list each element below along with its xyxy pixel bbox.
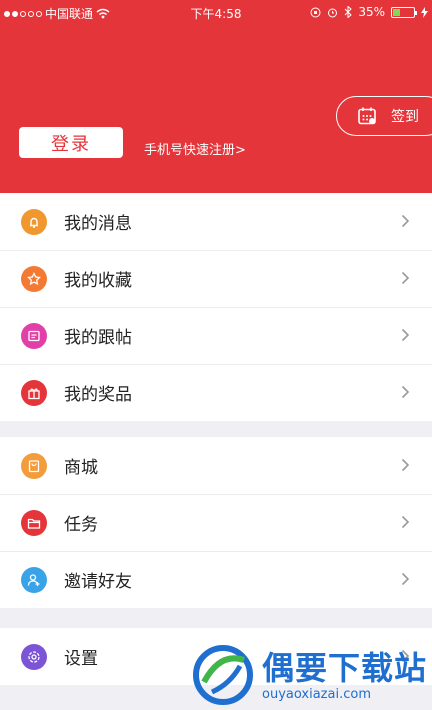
add-user-icon [21,566,47,593]
watermark-title: 偶要下载站 [262,648,428,687]
sign-in-label: 签到 [391,109,419,125]
menu-item-label: 商城 [64,458,98,478]
menu-item-folder[interactable]: 任务 [0,494,432,551]
chevron-right-icon [401,213,410,228]
bluetooth-icon [344,6,353,18]
menu-item-shop[interactable]: 商城 [0,437,432,494]
login-button[interactable]: 登录 [19,127,123,158]
menu-item-label: 我的奖品 [64,385,132,405]
comment-icon [21,322,47,349]
menu-item-gift[interactable]: 我的奖品 [0,364,432,421]
status-right: 35% [310,5,428,19]
watermark-logo-icon [193,645,253,705]
star-icon [21,265,47,292]
header: 中国联通 下午4:58 35% 登录 手机号快速注册> 签到 [0,0,432,193]
shop-icon [21,452,47,479]
menu-item-label: 邀请好友 [64,572,132,592]
menu-item-bell[interactable]: 我的消息 [0,193,432,250]
orientation-lock-icon [310,7,321,17]
menu-item-label: 我的跟帖 [64,328,132,348]
quick-register-link[interactable]: 手机号快速注册> [144,139,246,158]
menu-item-label: 我的消息 [64,214,132,234]
alarm-icon [328,8,338,17]
menu-group: 商城 任务 邀请好友 [0,437,432,608]
folder-icon [21,509,47,536]
gift-icon [21,379,47,406]
sign-in-button[interactable]: 签到 [336,96,432,136]
menu-item-star[interactable]: 我的收藏 [0,250,432,307]
chevron-right-icon [401,384,410,399]
menu-item-add-user[interactable]: 邀请好友 [0,551,432,608]
watermark-subtitle: ouyaoxiazai.com [262,686,371,702]
calendar-check-icon [358,107,376,125]
chevron-right-icon [401,514,410,529]
chevron-right-icon [401,571,410,586]
watermark: 偶要下载站 ouyaoxiazai.com [190,640,432,710]
bell-icon [21,208,47,235]
chevron-right-icon [401,327,410,342]
battery-percent: 35% [358,5,385,19]
menu-item-comment[interactable]: 我的跟帖 [0,307,432,364]
menu-item-label: 我的收藏 [64,271,132,291]
chevron-right-icon [401,270,410,285]
status-bar: 中国联通 下午4:58 35% [0,0,432,26]
menu-group: 我的消息我的收藏我的跟帖我的奖品 [0,193,432,421]
charging-icon [421,6,428,18]
menu-item-label: 任务 [64,515,98,535]
settings-icon [21,643,47,670]
battery-icon [391,6,417,18]
chevron-right-icon [401,457,410,472]
menu-item-label: 设置 [64,649,98,669]
